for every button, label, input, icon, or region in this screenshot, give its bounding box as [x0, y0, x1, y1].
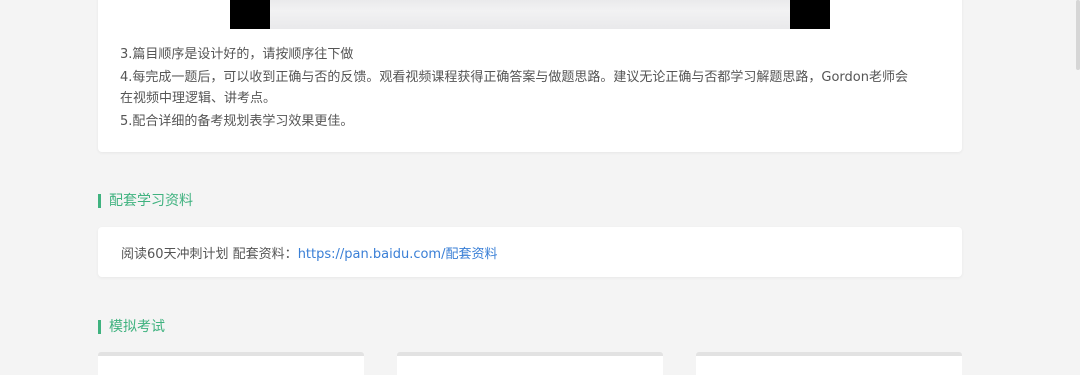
instruction-item-3: 3.篇目顺序是设计好的，请按顺序往下做: [120, 47, 354, 62]
instructions-list: 3.篇目顺序是设计好的，请按顺序往下做 4.每完成一题后，可以收到正确与否的反馈…: [120, 44, 940, 134]
materials-section-header: 配套学习资料: [98, 192, 193, 210]
exam-card-1[interactable]: [98, 352, 364, 375]
exam-card-3[interactable]: [696, 352, 962, 375]
page: 3.篇目顺序是设计好的，请按顺序往下做 4.每完成一题后，可以收到正确与否的反馈…: [0, 0, 1080, 375]
materials-section-title: 配套学习资料: [109, 193, 193, 209]
exam-section-header: 模拟考试: [98, 318, 165, 336]
section-accent-bar: [98, 194, 101, 208]
video-player[interactable]: [230, 0, 830, 29]
instruction-item-4-line1: 4.每完成一题后，可以收到正确与否的反馈。观看视频课程获得正确答案与做题思路。建…: [120, 70, 908, 85]
exam-section-title: 模拟考试: [109, 319, 165, 335]
materials-label: 阅读60天冲刺计划 配套资料：: [121, 246, 298, 262]
exam-card-2[interactable]: [397, 352, 663, 375]
materials-link[interactable]: https://pan.baidu.com/配套资料: [298, 243, 498, 262]
instruction-item-4-cont: 在视频中理逻辑、讲考点。: [120, 91, 277, 106]
materials-card: 阅读60天冲刺计划 配套资料： https://pan.baidu.com/配套…: [98, 227, 962, 277]
instruction-item-5: 5.配合详细的备考规划表学习效果更佳。: [120, 114, 354, 129]
scrollbar[interactable]: [1076, 0, 1080, 70]
instruction-item-4: 4.每完成一题后，可以收到正确与否的反馈。观看视频课程获得正确答案与做题思路。建…: [120, 67, 940, 88]
course-instructions-card: 3.篇目顺序是设计好的，请按顺序往下做 4.每完成一题后，可以收到正确与否的反馈…: [98, 0, 962, 152]
video-frame-image: [270, 0, 790, 29]
section-accent-bar: [98, 320, 101, 334]
